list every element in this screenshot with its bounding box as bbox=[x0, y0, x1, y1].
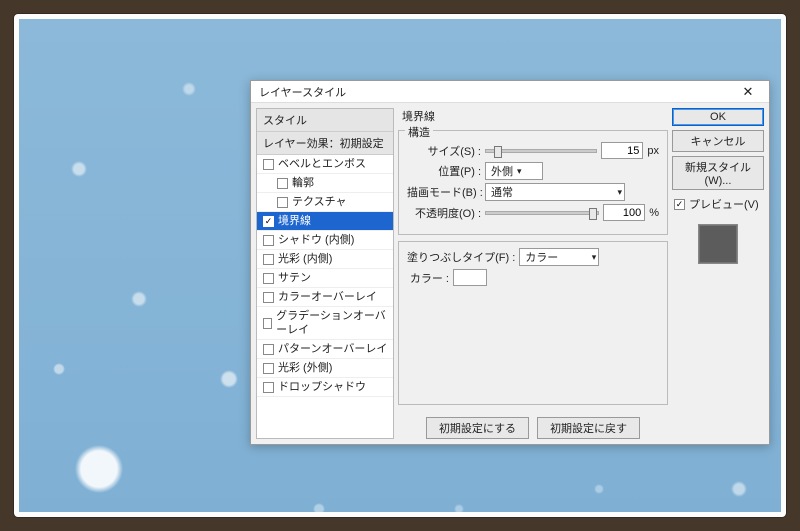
style-item-checkbox[interactable] bbox=[263, 216, 274, 227]
filltype-value: カラー bbox=[525, 249, 587, 265]
filltype-combo[interactable]: カラー ▾ bbox=[519, 248, 599, 266]
reset-default-button[interactable]: 初期設定に戻す bbox=[537, 417, 640, 439]
fill-fieldset: 塗りつぶしタイプ(F) : カラー ▾ カラー : bbox=[398, 241, 668, 405]
position-combo[interactable]: 外側 ▾ bbox=[485, 162, 543, 180]
opacity-unit: % bbox=[649, 207, 659, 219]
structure-legend: 構造 bbox=[405, 124, 433, 140]
style-item[interactable]: テクスチャ bbox=[257, 193, 393, 212]
style-item-checkbox[interactable] bbox=[277, 197, 288, 208]
style-item-label: 輪郭 bbox=[292, 176, 314, 190]
style-item[interactable]: 境界線 bbox=[257, 212, 393, 231]
style-item-checkbox[interactable] bbox=[263, 318, 272, 329]
chevron-down-icon: ▾ bbox=[592, 252, 597, 263]
style-item-checkbox[interactable] bbox=[263, 235, 274, 246]
opacity-input[interactable] bbox=[603, 204, 645, 221]
style-item-checkbox[interactable] bbox=[263, 344, 274, 355]
style-item-checkbox[interactable] bbox=[263, 273, 274, 284]
opacity-slider[interactable] bbox=[485, 211, 599, 215]
style-item-checkbox[interactable] bbox=[277, 178, 288, 189]
style-item-label: 光彩 (内側) bbox=[278, 252, 332, 266]
style-item[interactable]: 光彩 (内側) bbox=[257, 250, 393, 269]
dialog-title: レイヤースタイル bbox=[259, 84, 731, 100]
size-slider[interactable] bbox=[485, 149, 597, 153]
style-item-label: 光彩 (外側) bbox=[278, 361, 332, 375]
right-buttons: OK キャンセル 新規スタイル(W)... プレビュー(V) bbox=[672, 108, 764, 439]
position-label: 位置(P) : bbox=[407, 163, 481, 179]
style-item-checkbox[interactable] bbox=[263, 254, 274, 265]
stroke-settings: 境界線 構造 サイズ(S) : px 位置(P) : 外側 ▾ 描画モード(B) … bbox=[398, 108, 668, 439]
opacity-label: 不透明度(O) : bbox=[407, 205, 481, 221]
style-item[interactable]: シャドウ (内側) bbox=[257, 231, 393, 250]
ok-button[interactable]: OK bbox=[672, 108, 764, 126]
style-item[interactable]: グラデーションオーバーレイ bbox=[257, 307, 393, 340]
style-item-label: パターンオーバーレイ bbox=[278, 342, 387, 356]
style-item-checkbox[interactable] bbox=[263, 363, 274, 374]
style-item-label: ベベルとエンボス bbox=[278, 157, 366, 171]
filltype-label: 塗りつぶしタイプ(F) : bbox=[407, 249, 515, 265]
chevron-down-icon: ▾ bbox=[617, 187, 622, 198]
style-item-label: 境界線 bbox=[278, 214, 311, 228]
structure-fieldset: 構造 サイズ(S) : px 位置(P) : 外側▾ 描画モード(B) : bbox=[398, 130, 668, 235]
preview-label: プレビュー(V) bbox=[689, 196, 759, 212]
style-item[interactable]: 輪郭 bbox=[257, 174, 393, 193]
style-item-label: サテン bbox=[278, 271, 311, 285]
close-icon[interactable]: ✕ bbox=[731, 83, 765, 101]
styles-list: スタイル レイヤー効果：初期設定 ベベルとエンボス輪郭テクスチャ境界線シャドウ … bbox=[256, 108, 394, 439]
preview-checkbox[interactable] bbox=[674, 199, 685, 210]
style-item[interactable]: 光彩 (外側) bbox=[257, 359, 393, 378]
cancel-button[interactable]: キャンセル bbox=[672, 130, 764, 152]
style-item-label: グラデーションオーバーレイ bbox=[276, 309, 389, 337]
style-item-checkbox[interactable] bbox=[263, 382, 274, 393]
style-item-checkbox[interactable] bbox=[263, 159, 274, 170]
style-item[interactable]: パターンオーバーレイ bbox=[257, 340, 393, 359]
style-item[interactable]: カラーオーバーレイ bbox=[257, 288, 393, 307]
style-item[interactable]: ベベルとエンボス bbox=[257, 155, 393, 174]
color-swatch[interactable] bbox=[453, 269, 487, 286]
size-input[interactable] bbox=[601, 142, 643, 159]
styles-header[interactable]: スタイル bbox=[257, 109, 393, 132]
style-item-label: テクスチャ bbox=[292, 195, 347, 209]
make-default-button[interactable]: 初期設定にする bbox=[426, 417, 529, 439]
style-item-label: ドロップシャドウ bbox=[278, 380, 366, 394]
color-label: カラー : bbox=[407, 270, 449, 286]
section-title: 境界線 bbox=[398, 108, 668, 124]
titlebar[interactable]: レイヤースタイル ✕ bbox=[251, 81, 769, 103]
style-item[interactable]: サテン bbox=[257, 269, 393, 288]
blend-options-header[interactable]: レイヤー効果：初期設定 bbox=[257, 132, 393, 155]
new-style-button[interactable]: 新規スタイル(W)... bbox=[672, 156, 764, 190]
blendmode-combo[interactable]: 通常 ▾ bbox=[485, 183, 625, 201]
preview-swatch bbox=[698, 224, 738, 264]
style-item-label: シャドウ (内側) bbox=[278, 233, 354, 247]
blendmode-value: 通常 bbox=[491, 184, 613, 200]
size-unit: px bbox=[647, 145, 659, 157]
preview-checkbox-row[interactable]: プレビュー(V) bbox=[672, 194, 764, 214]
chevron-down-icon: ▾ bbox=[517, 166, 522, 177]
position-value: 外側 bbox=[491, 163, 513, 179]
size-label: サイズ(S) : bbox=[407, 143, 481, 159]
layer-style-dialog: レイヤースタイル ✕ スタイル レイヤー効果：初期設定 ベベルとエンボス輪郭テク… bbox=[250, 80, 770, 445]
style-item[interactable]: ドロップシャドウ bbox=[257, 378, 393, 397]
style-item-label: カラーオーバーレイ bbox=[278, 290, 377, 304]
style-item-checkbox[interactable] bbox=[263, 292, 274, 303]
blendmode-label: 描画モード(B) : bbox=[407, 184, 481, 200]
